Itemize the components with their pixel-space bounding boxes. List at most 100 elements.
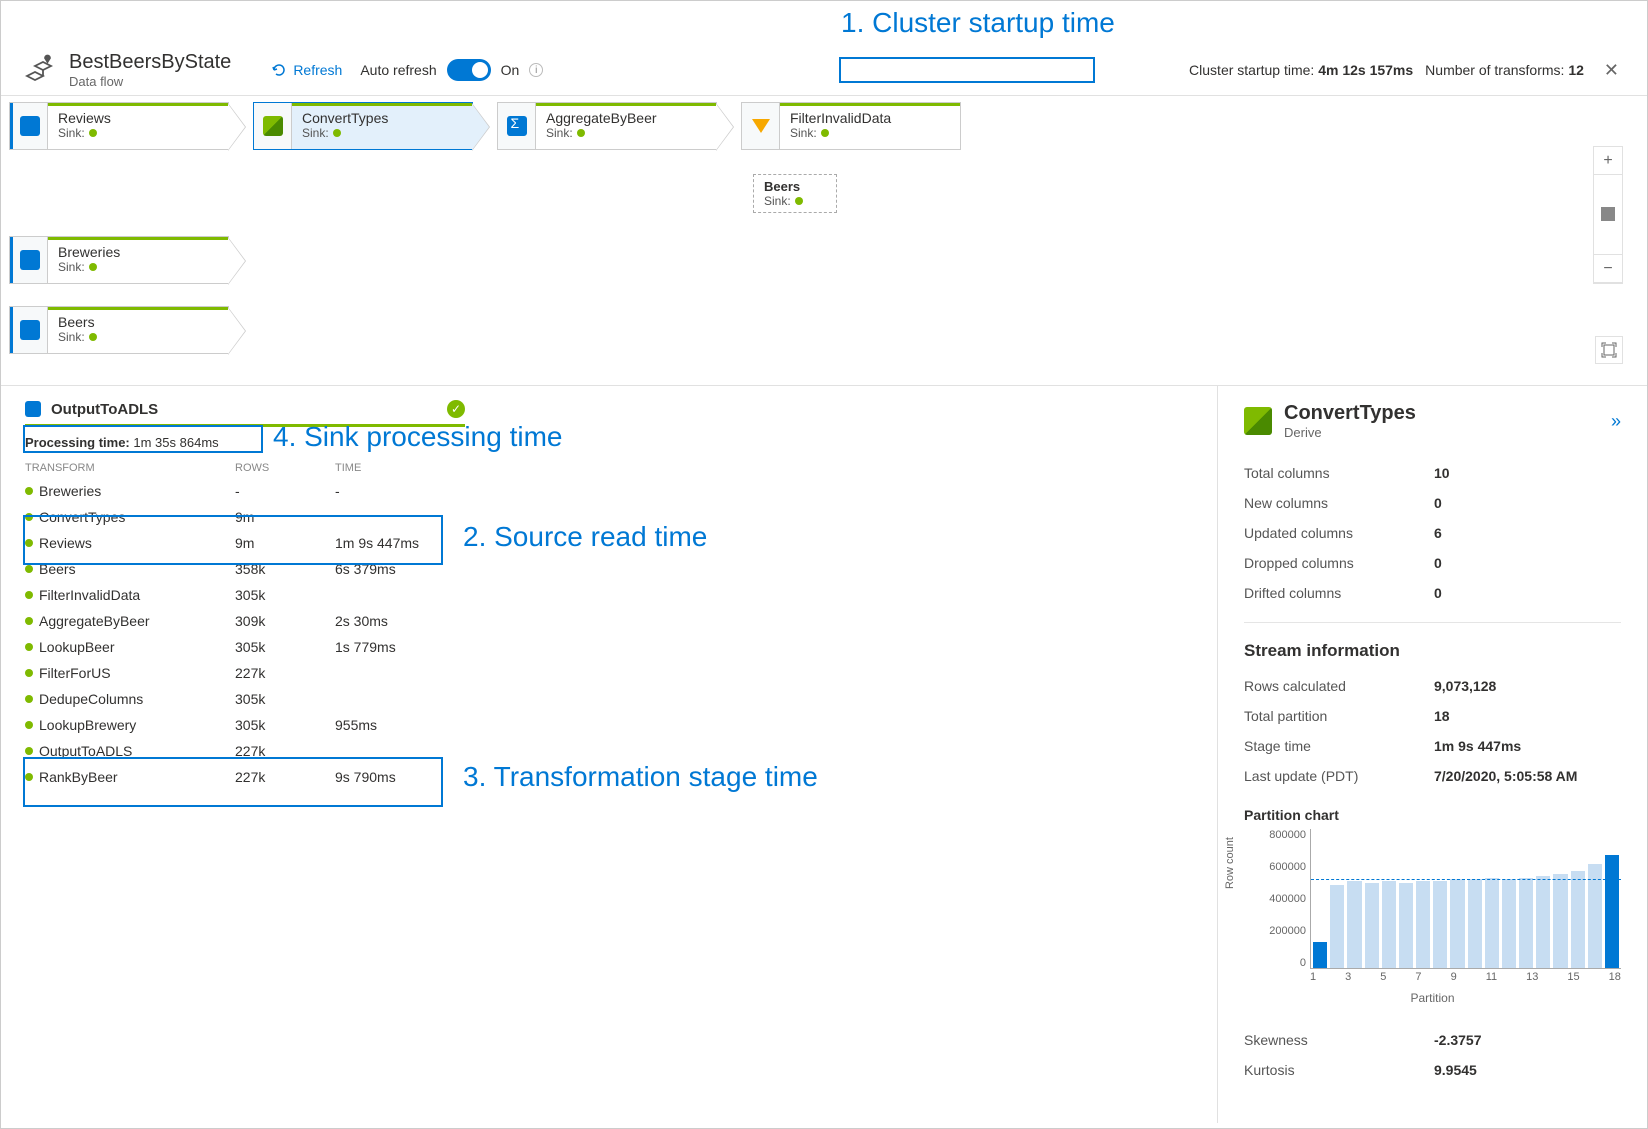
zoom-slider[interactable] bbox=[1594, 175, 1622, 255]
stat-value: 6 bbox=[1434, 525, 1442, 541]
node-filterinvaliddata[interactable]: FilterInvalidData Sink: bbox=[741, 102, 961, 150]
chart-bar[interactable] bbox=[1553, 874, 1567, 968]
col-rows: Rows bbox=[235, 462, 335, 474]
node-beers[interactable]: Beers Sink: bbox=[9, 306, 229, 354]
transform-rows: 309k bbox=[235, 613, 335, 629]
table-row[interactable]: ConvertTypes9m bbox=[25, 504, 465, 530]
node-title: Reviews bbox=[58, 110, 218, 126]
info-icon[interactable]: i bbox=[529, 63, 543, 77]
node-aggregatebybeer[interactable]: AggregateByBeer Sink: bbox=[497, 102, 717, 150]
transform-time: 9s 790ms bbox=[335, 769, 465, 785]
transform-rows: 305k bbox=[235, 639, 335, 655]
chart-bar[interactable] bbox=[1399, 883, 1413, 968]
chart-bar[interactable] bbox=[1468, 879, 1482, 968]
source-icon bbox=[20, 250, 40, 270]
cluster-time-value: 4m 12s 157ms bbox=[1318, 62, 1413, 78]
table-row[interactable]: Breweries-- bbox=[25, 478, 465, 504]
chart-ylabel: Row count bbox=[1224, 837, 1236, 889]
chart-bar[interactable] bbox=[1519, 878, 1533, 968]
node-subtitle: Sink: bbox=[546, 126, 573, 140]
table-row[interactable]: FilterForUS227k bbox=[25, 660, 465, 686]
chart-bar[interactable] bbox=[1450, 879, 1464, 968]
stat-key: Rows calculated bbox=[1244, 678, 1434, 694]
node-breweries[interactable]: Breweries Sink: bbox=[9, 236, 229, 284]
status-dot-icon bbox=[25, 747, 33, 755]
table-row[interactable]: Reviews9m1m 9s 447ms bbox=[25, 530, 465, 556]
source-icon bbox=[20, 116, 40, 136]
table-row[interactable]: RankByBeer227k9s 790ms bbox=[25, 764, 465, 790]
status-dot-icon bbox=[25, 773, 33, 781]
refresh-button[interactable]: Refresh bbox=[271, 62, 342, 78]
chart-bar[interactable] bbox=[1347, 881, 1361, 968]
chart-bar[interactable] bbox=[1502, 879, 1516, 968]
table-row[interactable]: AggregateByBeer309k2s 30ms bbox=[25, 608, 465, 634]
chart-bar[interactable] bbox=[1330, 885, 1344, 968]
chart-bar[interactable] bbox=[1571, 871, 1585, 968]
transform-rows: 305k bbox=[235, 691, 335, 707]
status-dot-icon bbox=[821, 129, 829, 137]
status-dot-icon bbox=[89, 263, 97, 271]
table-row[interactable]: OutputToADLS227k bbox=[25, 738, 465, 764]
stat-value: 0 bbox=[1434, 495, 1442, 511]
chart-bar[interactable] bbox=[1416, 881, 1430, 968]
sink-panel: OutputToADLS ✓ Processing time: 1m 35s 8… bbox=[1, 386, 1217, 1123]
transform-time: 6s 379ms bbox=[335, 561, 465, 577]
node-subtitle: Sink: bbox=[58, 330, 85, 344]
kurtosis-value: 9.9545 bbox=[1434, 1062, 1477, 1078]
transform-time: 955ms bbox=[335, 717, 465, 733]
chart-bar[interactable] bbox=[1605, 855, 1619, 968]
transform-name: Beers bbox=[39, 561, 76, 577]
node-subtitle: Sink: bbox=[58, 260, 85, 274]
status-dot-icon bbox=[25, 643, 33, 651]
refresh-label: Refresh bbox=[293, 62, 342, 78]
table-row[interactable]: LookupBrewery 305k955ms bbox=[25, 712, 465, 738]
auto-refresh-toggle[interactable] bbox=[447, 59, 491, 81]
chart-bar[interactable] bbox=[1365, 883, 1379, 968]
transform-time: 2s 30ms bbox=[335, 613, 465, 629]
zoom-in-button[interactable]: + bbox=[1594, 147, 1622, 175]
node-converttypes[interactable]: ConvertTypes Sink: bbox=[253, 102, 473, 150]
stat-value: 7/20/2020, 5:05:58 AM bbox=[1434, 768, 1577, 784]
skewness-label: Skewness bbox=[1244, 1032, 1434, 1048]
chart-bar[interactable] bbox=[1382, 881, 1396, 968]
node-title: ConvertTypes bbox=[302, 110, 462, 126]
zoom-out-button[interactable]: − bbox=[1594, 255, 1622, 283]
node-reviews[interactable]: Reviews Sink: bbox=[9, 102, 229, 150]
zoom-control: + − bbox=[1593, 146, 1623, 284]
transform-name: LookupBeer bbox=[39, 639, 115, 655]
status-dot-icon bbox=[25, 487, 33, 495]
zoom-fit-button[interactable] bbox=[1595, 336, 1623, 364]
chart-bar[interactable] bbox=[1536, 876, 1550, 968]
collapse-panel-button[interactable]: » bbox=[1611, 411, 1621, 432]
transform-name: OutputToADLS bbox=[39, 743, 132, 759]
header-bar: BestBeersByState Data flow Refresh Auto … bbox=[1, 41, 1647, 96]
chart-bar[interactable] bbox=[1433, 881, 1447, 968]
table-row[interactable]: Beers358k6s 379ms bbox=[25, 556, 465, 582]
transform-time: 1m 9s 447ms bbox=[335, 535, 465, 551]
stat-key: Dropped columns bbox=[1244, 555, 1434, 571]
chart-bar[interactable] bbox=[1485, 878, 1499, 968]
close-button[interactable]: ✕ bbox=[1596, 60, 1627, 81]
annotation-1: 1. Cluster startup time bbox=[841, 7, 1115, 39]
processing-time-value: 1m 35s 864ms bbox=[133, 435, 218, 450]
table-row[interactable]: LookupBeer305k1s 779ms bbox=[25, 634, 465, 660]
transform-name: LookupBrewery bbox=[39, 717, 136, 733]
derive-icon bbox=[1244, 407, 1272, 435]
dataflow-canvas[interactable]: Reviews Sink: ConvertTypes Sink: Aggrega… bbox=[1, 96, 1647, 386]
transform-rows: 305k bbox=[235, 717, 335, 733]
status-dot-icon bbox=[25, 565, 33, 573]
status-dot-icon bbox=[25, 669, 33, 677]
chart-bar[interactable] bbox=[1313, 942, 1327, 968]
table-row[interactable]: FilterInvalidData305k bbox=[25, 582, 465, 608]
stat-key: Updated columns bbox=[1244, 525, 1434, 541]
status-dot-icon bbox=[795, 197, 803, 205]
page-subtitle: Data flow bbox=[69, 74, 231, 89]
sink-icon bbox=[25, 401, 41, 417]
detail-subtitle: Derive bbox=[1284, 425, 1416, 440]
cluster-time-label: Cluster startup time: bbox=[1189, 62, 1314, 78]
table-row[interactable]: DedupeColumns305k bbox=[25, 686, 465, 712]
refresh-icon bbox=[271, 62, 287, 78]
node-beers-collapsed[interactable]: Beers Sink: bbox=[753, 174, 837, 213]
status-dot-icon bbox=[333, 129, 341, 137]
status-dot-icon bbox=[25, 539, 33, 547]
